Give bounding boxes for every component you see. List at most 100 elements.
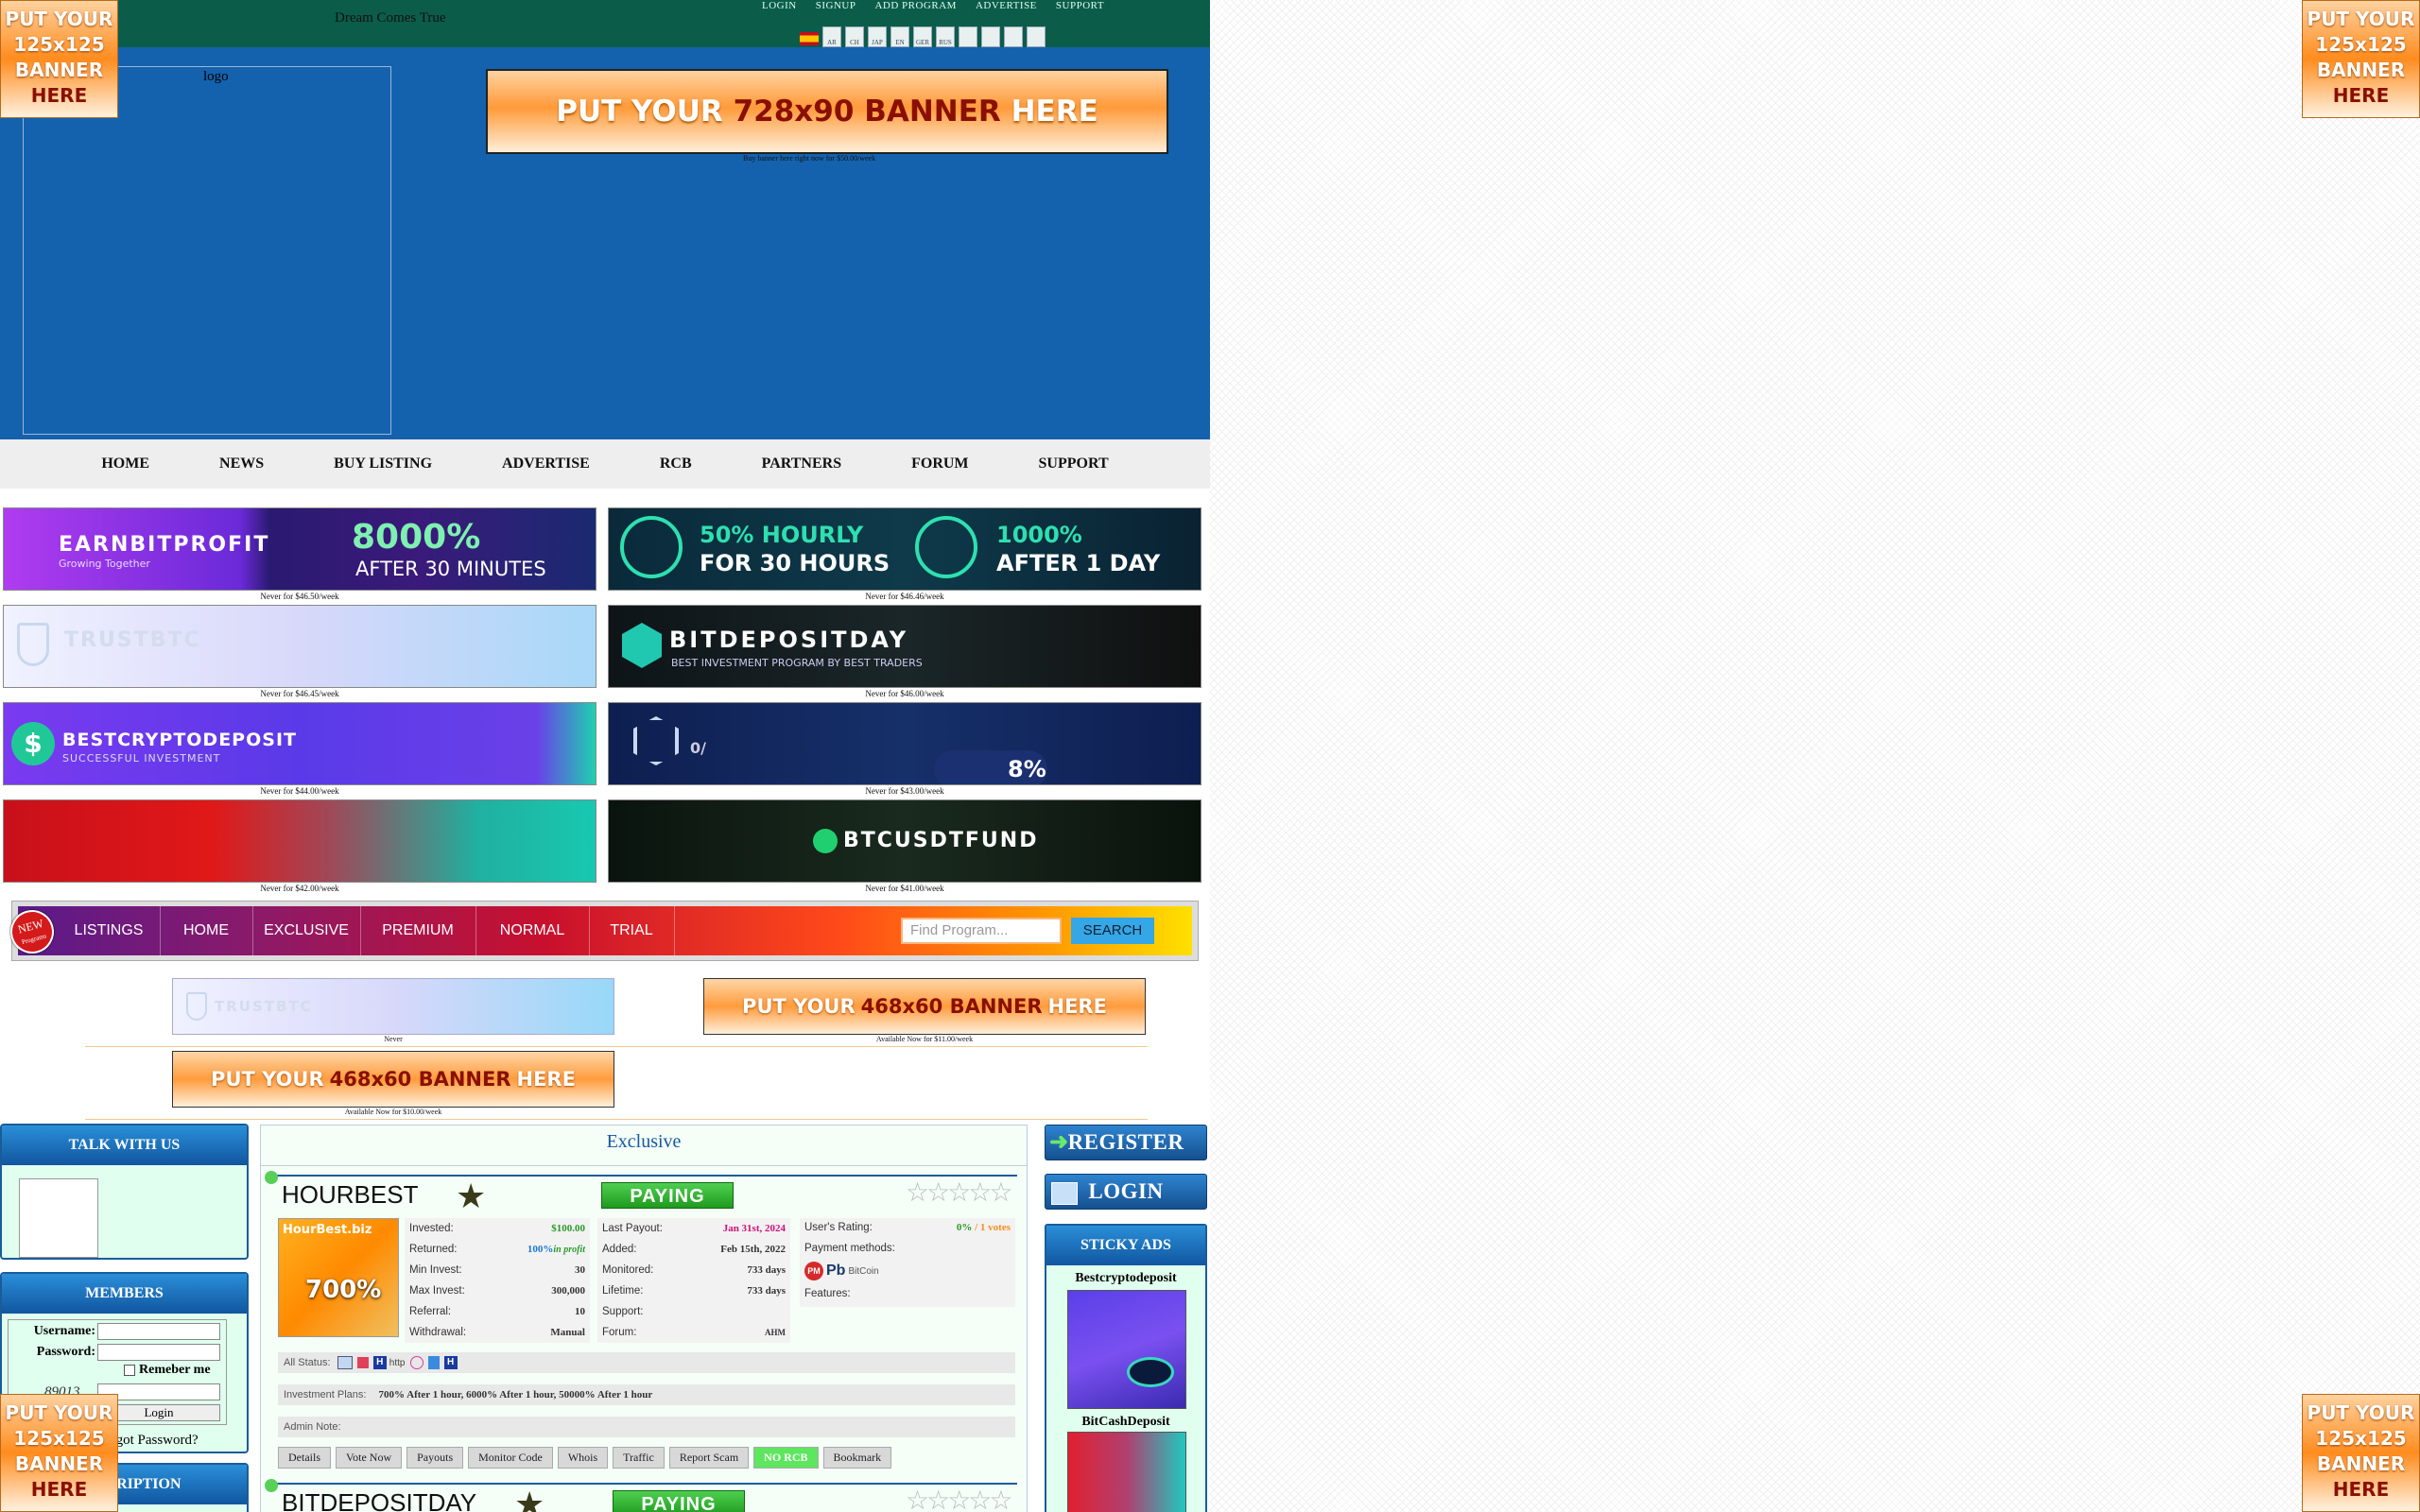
- language-jap[interactable]: JAP: [868, 26, 887, 47]
- paying-status-badge: PAYING: [613, 1490, 745, 1512]
- top-nav-login[interactable]: LOGIN: [762, 0, 797, 11]
- search-input[interactable]: Find Program...: [901, 918, 1062, 944]
- ad-banner-crypto[interactable]: 0/ 8%: [608, 702, 1201, 785]
- rating-panel: User's Rating: 0% / 1 votes Payment meth…: [800, 1218, 1015, 1307]
- rating-stars[interactable]: ☆☆☆☆☆: [906, 1177, 1013, 1209]
- ad-banner-hourly[interactable]: 50% HOURLY FOR 30 HOURS 1000% AFTER 1 DA…: [608, 507, 1201, 591]
- language-ch[interactable]: CH: [845, 26, 864, 47]
- monitor-code-button[interactable]: Monitor Code: [468, 1447, 553, 1469]
- language-ar[interactable]: AR: [822, 26, 841, 47]
- tab-exclusive[interactable]: EXCLUSIVE: [252, 906, 361, 955]
- bitcoin-icon: BitCoin: [848, 1265, 879, 1277]
- ad-banner-earnbitprofit[interactable]: EARNBITPROFIT Growing Together 8000% AFT…: [3, 507, 596, 591]
- ad-promo: 8%: [1008, 756, 1046, 782]
- password-field[interactable]: [97, 1344, 220, 1361]
- tab-home[interactable]: HOME: [160, 906, 253, 955]
- ad-slot: 0/ 8% Never for $43.00/week: [608, 702, 1201, 796]
- divider: [85, 1119, 1148, 1120]
- ad-banner-trustbtc[interactable]: TRUSTBTC: [3, 605, 596, 688]
- tab-premium[interactable]: PREMIUM: [360, 906, 476, 955]
- monitor-h-icon[interactable]: H: [372, 1356, 387, 1370]
- language-flag[interactable]: [959, 26, 977, 47]
- language-flag[interactable]: [1027, 26, 1046, 47]
- payouts-button[interactable]: Payouts: [406, 1447, 464, 1469]
- monitor-h-icon[interactable]: H: [443, 1356, 458, 1370]
- ad-slot: 50% HOURLY FOR 30 HOURS 1000% AFTER 1 DA…: [608, 507, 1201, 601]
- traffic-button[interactable]: Traffic: [613, 1447, 665, 1469]
- shield-icon: [186, 992, 207, 1021]
- sticky-ad-name[interactable]: BitCashDeposit: [1046, 1415, 1205, 1430]
- listing-card-bitdepositday: BITDEPOSITDAY ★ PAYING ☆☆☆☆☆: [265, 1479, 1017, 1512]
- site-logo[interactable]: logo: [23, 66, 391, 435]
- login-side-button[interactable]: LOGIN: [1045, 1174, 1207, 1210]
- corner-banner-top-left[interactable]: PUT YOUR 125x125 BANNER HERE: [0, 0, 118, 118]
- sticky-ad-name[interactable]: Bestcryptodeposit: [1046, 1271, 1205, 1286]
- password-label: Password:: [36, 1345, 95, 1359]
- login-label: LOGIN: [1088, 1179, 1164, 1203]
- remember-checkbox[interactable]: [124, 1365, 135, 1376]
- language-en[interactable]: EN: [890, 26, 909, 47]
- rating-stars[interactable]: ☆☆☆☆☆: [906, 1485, 1013, 1512]
- details-button[interactable]: Details: [278, 1447, 331, 1469]
- top-bar: Dream Comes True LOGIN SIGNUP ADD PROGRA…: [0, 0, 1210, 47]
- nav-news[interactable]: NEWS: [219, 439, 264, 489]
- monitor-icon[interactable]: [427, 1356, 440, 1370]
- banner-728-caption[interactable]: Buy banner here right now for $50.00/wee…: [743, 154, 875, 163]
- monitor-icon[interactable]: [356, 1357, 369, 1369]
- corner-text: PUT YOUR: [2307, 1401, 2415, 1424]
- nav-forum[interactable]: FORUM: [911, 439, 968, 489]
- cell-value: [691, 1301, 790, 1322]
- username-field[interactable]: [97, 1323, 220, 1340]
- nav-advertise[interactable]: ADVERTISE: [502, 439, 590, 489]
- top-nav-support[interactable]: SUPPORT: [1056, 0, 1104, 11]
- bookmark-button[interactable]: Bookmark: [822, 1447, 892, 1469]
- banner-text: PUT YOUR: [211, 1068, 324, 1091]
- nav-support[interactable]: SUPPORT: [1039, 439, 1109, 489]
- top-nav-advertise[interactable]: ADVERTISE: [976, 0, 1037, 11]
- sticky-ad-image[interactable]: [1067, 1290, 1186, 1409]
- language-flag[interactable]: [1004, 26, 1023, 47]
- nav-home[interactable]: HOME: [101, 439, 149, 489]
- plans-label: Investment Plans:: [284, 1389, 367, 1400]
- corner-text: HERE: [2332, 1478, 2390, 1501]
- program-title[interactable]: BITDEPOSITDAY: [282, 1488, 476, 1512]
- corner-banner-bottom-right[interactable]: PUT YOUR 125x125 BANNER HERE: [2302, 1394, 2420, 1512]
- banner-468-trustbtc[interactable]: TRUSTBTC: [172, 978, 614, 1035]
- chat-image[interactable]: [19, 1178, 98, 1258]
- corner-banner-bottom-left[interactable]: PUT YOUR 125x125 BANNER HERE: [0, 1394, 118, 1512]
- sticky-ad-image[interactable]: [1067, 1432, 1186, 1512]
- language-ger[interactable]: GER: [913, 26, 932, 47]
- ad-banner-btcusdtfund[interactable]: BTCUSDTFUND: [608, 799, 1201, 883]
- whois-button[interactable]: Whois: [557, 1447, 609, 1469]
- no-rcb-button[interactable]: NO RCB: [753, 1447, 819, 1469]
- program-thumbnail[interactable]: HourBest.biz 700%: [278, 1218, 399, 1337]
- vote-now-button[interactable]: Vote Now: [336, 1447, 403, 1469]
- program-title[interactable]: HOURBEST: [282, 1180, 418, 1210]
- nav-buy-listing[interactable]: BUY LISTING: [334, 439, 432, 489]
- spain-flag-icon[interactable]: [800, 32, 819, 45]
- ad-banner-bestcryptodeposit[interactable]: $ BESTCRYPTODEPOSIT SUCCESSFUL INVESTMEN…: [3, 702, 596, 785]
- monitor-icon[interactable]: [409, 1356, 424, 1370]
- ad-banner-red[interactable]: [3, 799, 596, 883]
- tab-trial[interactable]: TRIAL: [589, 906, 675, 955]
- cell-label: Lifetime:: [602, 1285, 644, 1297]
- corner-banner-top-right[interactable]: PUT YOUR 125x125 BANNER HERE: [2302, 0, 2420, 118]
- tab-listings[interactable]: LISTINGS: [58, 906, 161, 955]
- register-button[interactable]: ➜ REGISTER: [1045, 1125, 1207, 1160]
- search-button[interactable]: SEARCH: [1071, 918, 1154, 944]
- banner-468x60-slot[interactable]: PUT YOUR 468x60 BANNER HERE: [703, 978, 1146, 1035]
- report-scam-button[interactable]: Report Scam: [668, 1447, 750, 1469]
- language-rus[interactable]: RUS: [936, 26, 955, 47]
- ad-banner-bitdepositday[interactable]: BITDEPOSITDAY BEST INVESTMENT PROGRAM BY…: [608, 605, 1201, 688]
- corner-text: HERE: [2332, 84, 2390, 107]
- banner-728x90[interactable]: PUT YOUR 728x90 BANNER HERE: [486, 69, 1168, 154]
- top-nav-add-program[interactable]: ADD PROGRAM: [874, 0, 957, 11]
- nav-rcb[interactable]: RCB: [660, 439, 692, 489]
- monitor-icon[interactable]: [337, 1356, 353, 1370]
- language-flag[interactable]: [981, 26, 1000, 47]
- ad-sub: Growing Together: [59, 558, 150, 570]
- tab-normal[interactable]: NORMAL: [475, 906, 590, 955]
- top-nav-signup[interactable]: SIGNUP: [816, 0, 856, 11]
- nav-partners[interactable]: PARTNERS: [762, 439, 841, 489]
- banner-468x60-slot[interactable]: PUT YOUR 468x60 BANNER HERE: [172, 1051, 614, 1108]
